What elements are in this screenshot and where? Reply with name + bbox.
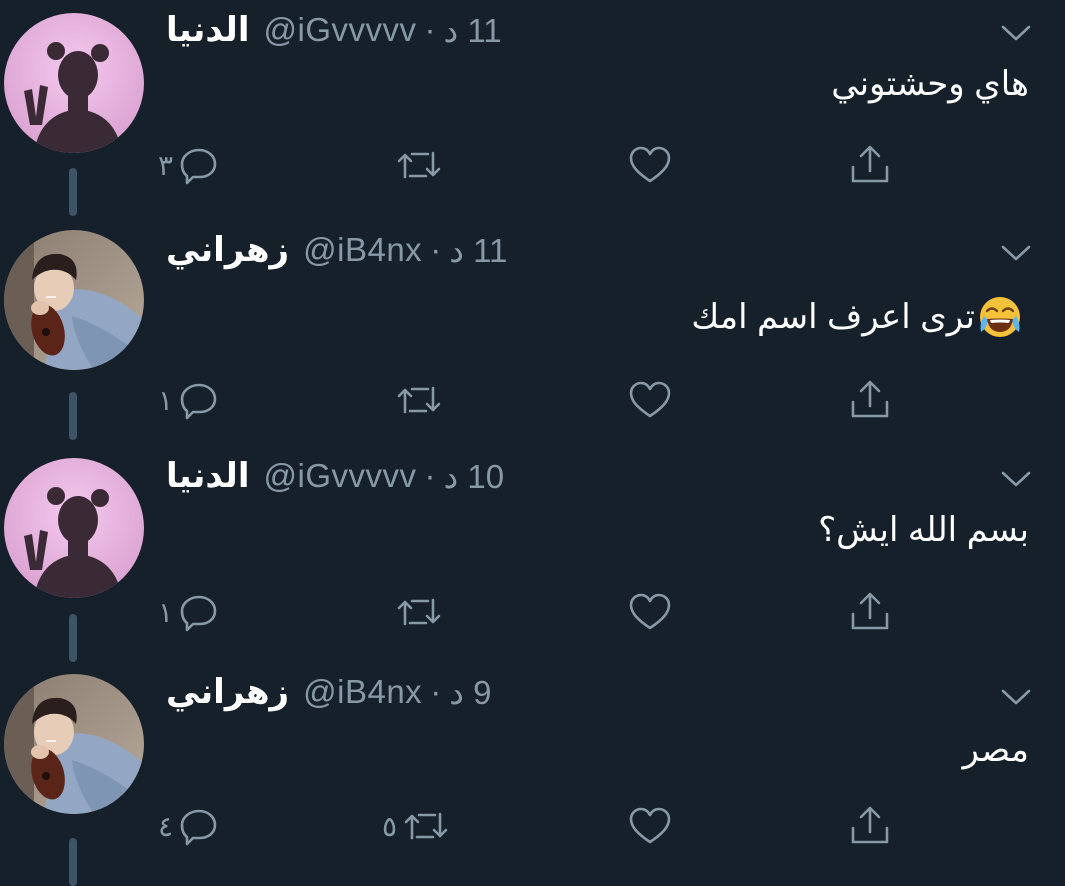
tweet-header: الدنيا @iGvvvvv · 10 د bbox=[166, 454, 504, 498]
like-button[interactable] bbox=[622, 370, 672, 430]
retweet-button[interactable]: ٥ bbox=[382, 796, 449, 856]
chevron-down-icon[interactable] bbox=[1000, 22, 1032, 44]
girl-silhouette-avatar bbox=[4, 13, 144, 153]
share-button[interactable] bbox=[848, 135, 892, 195]
separator: · bbox=[424, 457, 436, 494]
reply-icon bbox=[180, 809, 217, 846]
reply-count: ٤ bbox=[158, 810, 174, 842]
display-name[interactable]: زهراني bbox=[166, 672, 289, 712]
tweet-text: مصر bbox=[963, 730, 1029, 770]
face-with-tears-of-joy-icon bbox=[975, 294, 1025, 340]
retweet-icon bbox=[397, 151, 441, 179]
retweet-icon bbox=[397, 386, 441, 414]
separator: · bbox=[430, 673, 442, 710]
separator: · bbox=[430, 231, 442, 268]
timestamp[interactable]: 9 د bbox=[449, 673, 491, 712]
chevron-down-icon[interactable] bbox=[1000, 242, 1032, 264]
tweet-header: زهراني @iB4nx · 11 د bbox=[166, 228, 507, 272]
share-icon bbox=[851, 380, 889, 418]
tweet-actions: ١ bbox=[0, 582, 1065, 642]
girl-silhouette-avatar bbox=[4, 458, 144, 598]
tweet-header: زهراني @iB4nx · 9 د bbox=[166, 670, 491, 714]
tweet-actions: ٤ ٥ bbox=[0, 796, 1065, 856]
tweet-text-content: بسم الله ايش؟ bbox=[818, 511, 1029, 549]
display-name[interactable]: الدنيا bbox=[166, 456, 249, 496]
tweet-header: الدنيا @iGvvvvv · 11 د bbox=[166, 8, 502, 52]
reply-icon bbox=[180, 383, 217, 420]
tweet-text-content: ترى اعرف اسم امك bbox=[691, 298, 975, 336]
share-button[interactable] bbox=[848, 582, 892, 642]
username[interactable]: @iB4nx bbox=[303, 231, 422, 269]
avatar[interactable] bbox=[4, 458, 144, 598]
tweet-text-content: هاي وحشتوني bbox=[831, 65, 1029, 103]
conversation-thread: الدنيا @iGvvvvv · 11 د هاي وحشتوني ٣ زهر… bbox=[0, 0, 1065, 886]
retweet-icon bbox=[404, 812, 448, 840]
share-icon bbox=[851, 592, 889, 630]
timestamp[interactable]: 11 د bbox=[449, 231, 507, 270]
like-button[interactable] bbox=[622, 796, 672, 856]
reply-button[interactable]: ١ bbox=[158, 582, 219, 642]
share-icon bbox=[851, 145, 889, 183]
tweet-text: بسم الله ايش؟ bbox=[818, 510, 1029, 550]
tweet[interactable]: الدنيا @iGvvvvv · 10 د بسم الله ايش؟ ١ bbox=[0, 448, 1065, 666]
reply-count: ٣ bbox=[158, 149, 174, 181]
share-button[interactable] bbox=[848, 370, 892, 430]
chevron-down-icon[interactable] bbox=[1000, 686, 1032, 708]
tweet-text: ترى اعرف اسم امك bbox=[691, 294, 1029, 340]
avatar[interactable] bbox=[4, 230, 144, 370]
retweet-button[interactable] bbox=[390, 582, 442, 642]
tweet[interactable]: زهراني @iB4nx · 11 د ترى اعرف اسم امك ١ bbox=[0, 222, 1065, 440]
share-icon bbox=[851, 806, 889, 844]
retweet-button[interactable] bbox=[390, 135, 442, 195]
avatar[interactable] bbox=[4, 13, 144, 153]
chevron-down-icon[interactable] bbox=[1000, 468, 1032, 490]
username[interactable]: @iGvvvvv bbox=[263, 457, 416, 495]
tweet-actions: ٣ bbox=[0, 135, 1065, 195]
reply-button[interactable]: ٤ bbox=[158, 796, 219, 856]
reply-count: ١ bbox=[158, 384, 174, 416]
heart-icon bbox=[629, 807, 671, 844]
avatar[interactable] bbox=[4, 674, 144, 814]
reply-button[interactable]: ٣ bbox=[158, 135, 219, 195]
timestamp[interactable]: 11 د bbox=[443, 11, 501, 50]
boy-guitar-avatar bbox=[4, 230, 144, 370]
tweet[interactable]: زهراني @iB4nx · 9 د مصر ٤ ٥ bbox=[0, 664, 1065, 886]
boy-guitar-avatar bbox=[4, 674, 144, 814]
reply-count: ١ bbox=[158, 596, 174, 628]
heart-icon bbox=[629, 593, 671, 630]
retweet-icon bbox=[397, 598, 441, 626]
like-button[interactable] bbox=[622, 135, 672, 195]
separator: · bbox=[424, 11, 436, 48]
heart-icon bbox=[629, 381, 671, 418]
username[interactable]: @iGvvvvv bbox=[263, 11, 416, 49]
tweet-text: هاي وحشتوني bbox=[831, 64, 1029, 104]
reply-button[interactable]: ١ bbox=[158, 370, 219, 430]
retweet-button[interactable] bbox=[390, 370, 442, 430]
like-button[interactable] bbox=[622, 582, 672, 642]
reply-icon bbox=[180, 595, 217, 632]
display-name[interactable]: الدنيا bbox=[166, 10, 249, 50]
tweet[interactable]: الدنيا @iGvvvvv · 11 د هاي وحشتوني ٣ bbox=[0, 0, 1065, 218]
heart-icon bbox=[629, 146, 671, 183]
timestamp[interactable]: 10 د bbox=[443, 457, 504, 496]
reply-icon bbox=[180, 148, 217, 185]
retweet-count: ٥ bbox=[382, 810, 398, 842]
display-name[interactable]: زهراني bbox=[166, 230, 289, 270]
tweet-text-content: مصر bbox=[962, 731, 1029, 769]
tweet-actions: ١ bbox=[0, 370, 1065, 430]
share-button[interactable] bbox=[848, 796, 892, 856]
username[interactable]: @iB4nx bbox=[303, 673, 422, 711]
